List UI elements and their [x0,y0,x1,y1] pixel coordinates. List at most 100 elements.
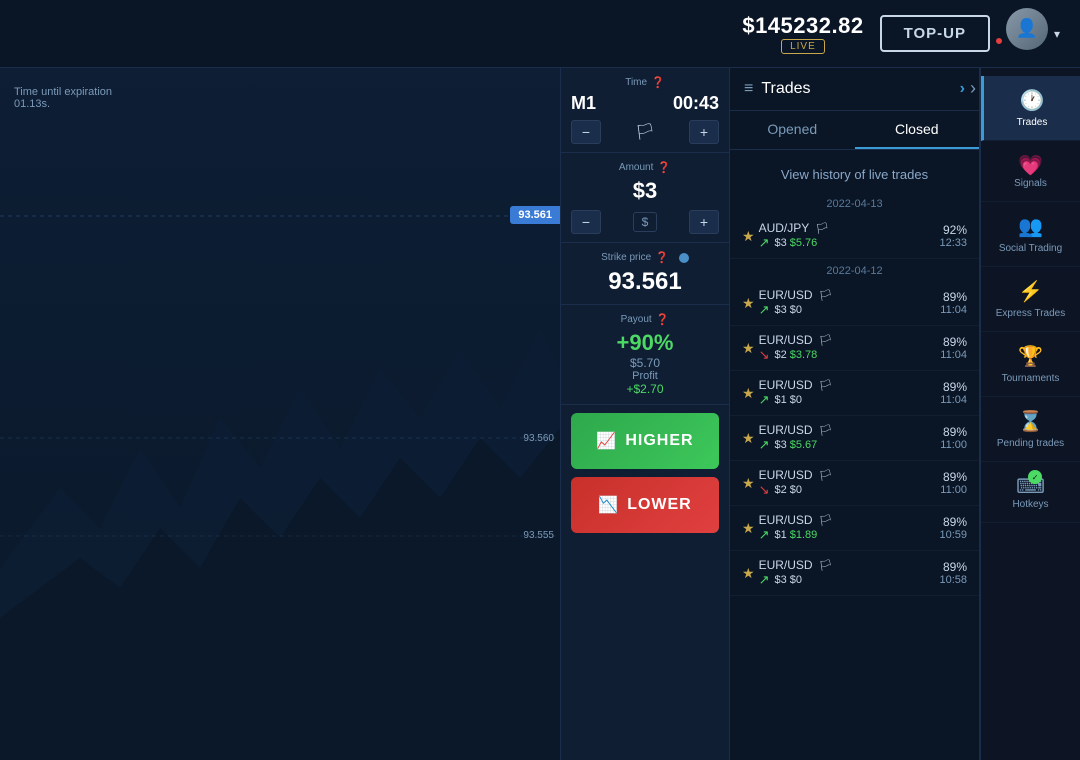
trade-info: AUD/JPY 🏳 ↗ $3 $5.76 [759,221,907,251]
direction-icon: ↘ [759,482,770,498]
direction-icon: ↗ [759,527,770,543]
avatar[interactable]: 👤 [1006,8,1048,50]
trade-pair: AUD/JPY [759,221,810,235]
trade-amount: $3 [774,237,786,249]
trade-time: 11:00 [907,484,967,496]
trade-item[interactable]: ★ EUR/USD 🏳 ↗ $1 $0 89% 11:04 [730,371,979,416]
flag-icon: 🏳 [635,122,655,142]
trade-right: 92% 12:33 [907,223,967,249]
trade-pair: EUR/USD [759,333,813,347]
strike-val: 93.561 [571,268,719,296]
amount-field: Amount ❓ $3 − $ + [561,153,729,243]
price-tag-lower: 93.555 [517,528,560,543]
trade-info: EUR/USD 🏳 ↗ $1 $1.89 [759,513,907,543]
sidebar-item-express-trades[interactable]: ⚡ Express Trades [981,267,1080,332]
star-icon: ★ [742,475,755,492]
trade-info: EUR/USD 🏳 ↗ $3 $0 [759,288,907,318]
lower-button[interactable]: 📉 LOWER [571,477,719,533]
scroll-chevron-icon[interactable]: › [970,78,976,99]
tournaments-icon: 🏆 [1018,344,1043,369]
lower-chart-icon: 📉 [598,495,619,515]
trade-pct: 89% [907,425,967,439]
time-help-icon: ❓ [651,76,665,89]
direction-icon: ↗ [759,392,770,408]
trade-right: 89% 11:00 [907,470,967,496]
trade-info: EUR/USD 🏳 ↗ $1 $0 [759,378,907,408]
direction-icon: ↗ [759,235,770,251]
trades-title: Trades [761,80,951,98]
star-icon: ★ [742,385,755,402]
trade-amount: $1 [774,529,786,541]
trade-right: 89% 10:59 [907,515,967,541]
sidebar-item-signals[interactable]: 💗 Signals [981,141,1080,202]
trade-item[interactable]: ★ AUD/JPY 🏳 ↗ $3 $5.76 92% 12:33 [730,214,979,259]
time-plus-button[interactable]: + [689,120,719,144]
trade-flag: 🏳 [819,424,833,437]
trade-pair: EUR/USD [759,468,813,482]
trade-pct: 89% [907,380,967,394]
balance-amount: $145232.82 [742,13,863,39]
tab-opened[interactable]: Opened [730,111,855,149]
trade-right: 89% 11:00 [907,425,967,451]
higher-button[interactable]: 📈 HIGHER [571,413,719,469]
topup-button[interactable]: TOP-UP [880,15,990,52]
trade-flag: 🏳 [819,514,833,527]
sidebar-label-tournaments: Tournaments [1002,373,1060,384]
sidebar-item-trades[interactable]: 🕐 Trades [981,76,1080,141]
trade-pair: EUR/USD [759,288,813,302]
star-icon: ★ [742,520,755,537]
trade-right: 89% 11:04 [907,290,967,316]
trade-item[interactable]: ★ EUR/USD 🏳 ↗ $3 $0 89% 10:58 [730,551,979,596]
trade-payout: $3.78 [790,349,818,361]
trade-amount: $1 [774,394,786,406]
chart-area: Time until expiration 01.13s. 93.561 93.… [0,68,560,760]
sidebar-label-trades: Trades [1017,117,1048,128]
time-minus-button[interactable]: − [571,120,601,144]
sidebar-item-pending-trades[interactable]: ⌛ Pending trades [981,397,1080,462]
trade-amount: $3 [774,304,786,316]
trade-payout: $1.89 [790,529,818,541]
trade-payout: $0 [790,574,802,586]
higher-label: HIGHER [625,432,693,450]
direction-icon: ↘ [759,347,770,363]
amount-plus-button[interactable]: + [689,210,719,234]
sidebar-item-social-trading[interactable]: 👥 Social Trading [981,202,1080,267]
sidebar-item-hotkeys[interactable]: ⌨ ✓ Hotkeys [981,462,1080,523]
tab-closed[interactable]: Closed [855,111,980,149]
trades-expand-arrow[interactable]: › [960,80,965,98]
strike-label: Strike price [601,252,651,263]
trade-info: EUR/USD 🏳 ↘ $2 $3.78 [759,333,907,363]
trade-item[interactable]: ★ EUR/USD 🏳 ↗ $3 $0 89% 11:04 [730,281,979,326]
trade-amount: $2 [774,484,786,496]
date-group-1: 2022-04-13 [730,192,979,214]
pending-trades-icon: ⌛ [1018,409,1043,434]
signals-icon: 💗 [1018,155,1043,177]
trade-time: 11:04 [907,304,967,316]
sidebar-item-tournaments[interactable]: 🏆 Tournaments [981,332,1080,397]
amount-minus-button[interactable]: − [571,210,601,234]
direction-icon: ↗ [759,572,770,588]
trade-item[interactable]: ★ EUR/USD 🏳 ↘ $2 $3.78 89% 11:04 [730,326,979,371]
history-message: View history of live trades [730,150,979,192]
time-field: Time ❓ M1 00:43 − 🏳 + [561,68,729,153]
price-tag-main: 93.561 [510,206,560,224]
trade-payout: $0 [790,394,802,406]
trade-pair: EUR/USD [759,513,813,527]
hotkeys-badge: ✓ [1028,470,1042,484]
profit-val: +$2.70 [626,382,663,396]
avatar-chevron-icon: ▾ [1054,27,1060,41]
sidebar-label-pending: Pending trades [997,438,1064,449]
trade-pct: 89% [907,560,967,574]
timeframe-val: M1 [571,93,596,114]
trade-flag: 🏳 [815,222,829,235]
trade-pair: EUR/USD [759,558,813,572]
avatar-block[interactable]: 👤 ▾ [1006,8,1060,60]
trade-item[interactable]: ★ EUR/USD 🏳 ↗ $3 $5.67 89% 11:00 [730,416,979,461]
trade-time: 10:59 [907,529,967,541]
trade-item[interactable]: ★ EUR/USD 🏳 ↗ $1 $1.89 89% 10:59 [730,506,979,551]
trade-item[interactable]: ★ EUR/USD 🏳 ↘ $2 $0 89% 11:00 [730,461,979,506]
trades-panel: ≡ Trades › Opened Closed View history of… [730,68,980,760]
trades-header: ≡ Trades › [730,68,979,111]
trade-flag: 🏳 [819,469,833,482]
strike-price-field: Strike price ❓ 93.561 [561,243,729,305]
